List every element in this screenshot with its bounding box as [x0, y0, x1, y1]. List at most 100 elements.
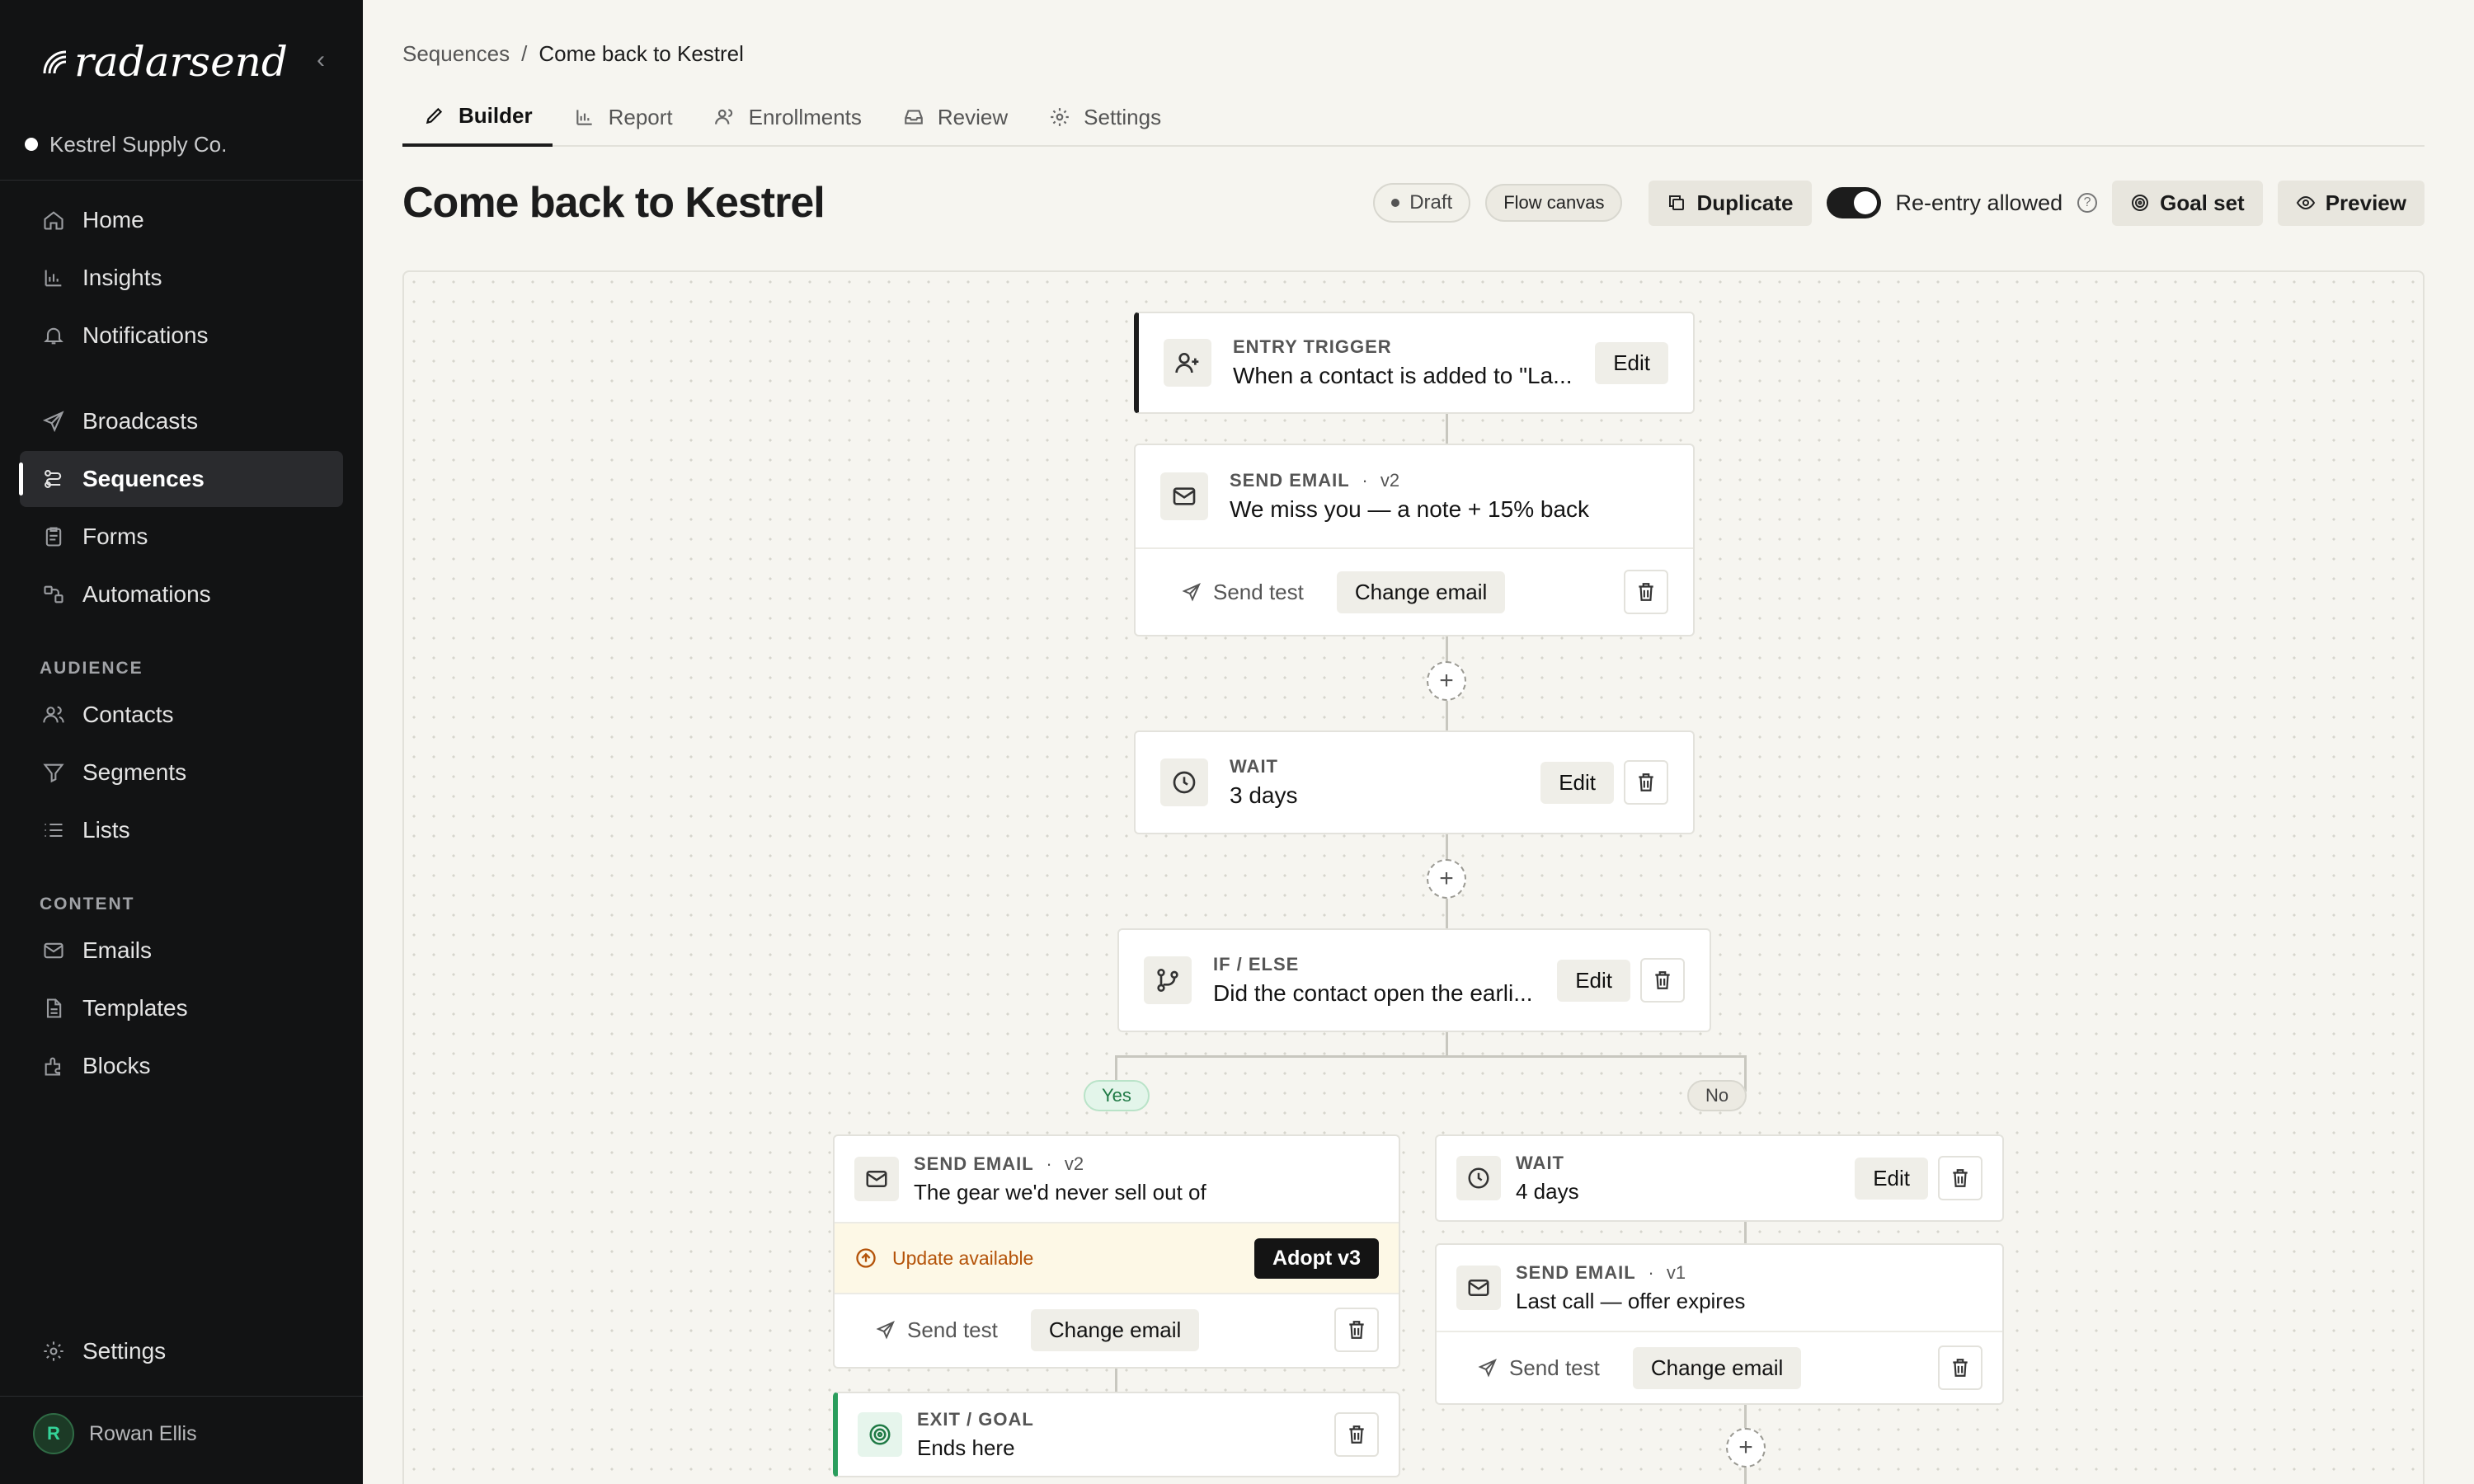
sidebar-item-contacts[interactable]: Contacts — [20, 687, 343, 743]
yes-send-email-node[interactable]: SEND EMAIL · v2 The gear we'd never sell… — [833, 1134, 1400, 1369]
adopt-version-button[interactable]: Adopt v3 — [1254, 1237, 1379, 1279]
delete-icon[interactable] — [1938, 1156, 1982, 1200]
node-kind: SEND EMAIL · v2 — [914, 1153, 1379, 1175]
sidebar-item-label: Insights — [82, 265, 162, 290]
tab-builder[interactable]: Builder — [402, 87, 553, 147]
target-icon — [858, 1412, 902, 1457]
no-wait-node[interactable]: WAIT 4 days Edit — [1435, 1134, 2004, 1222]
clock-icon — [1456, 1156, 1501, 1200]
mail-icon — [854, 1157, 899, 1201]
breadcrumb-parent[interactable]: Sequences — [402, 41, 510, 67]
sidebar-item-automations[interactable]: Automations — [20, 566, 343, 622]
sidebar-item-label: Broadcasts — [82, 408, 199, 434]
edit-wait-button[interactable]: Edit — [1540, 761, 1614, 804]
sidebar-item-templates[interactable]: Templates — [20, 980, 343, 1036]
send-test-button[interactable]: Send test — [1478, 1355, 1600, 1381]
user-menu[interactable]: R Rowan Ellis — [0, 1396, 363, 1484]
entry-trigger-node[interactable]: ENTRY TRIGGER When a contact is added to… — [1134, 312, 1695, 414]
sidebar-item-broadcasts[interactable]: Broadcasts — [20, 393, 343, 449]
update-banner: Update available Adopt v3 — [835, 1222, 1399, 1293]
delete-icon[interactable] — [1334, 1412, 1379, 1457]
dot-separator: · — [1362, 470, 1368, 491]
if-else-node[interactable]: IF / ELSE Did the contact open the earli… — [1117, 928, 1711, 1032]
delete-icon[interactable] — [1624, 760, 1668, 805]
logo-row: radarsend ‹ — [0, 0, 363, 124]
sidebar-item-notifications[interactable]: Notifications — [20, 308, 343, 364]
sidebar-item-lists[interactable]: Lists — [20, 802, 343, 858]
delete-icon[interactable] — [1624, 570, 1668, 614]
add-step-plus-icon[interactable]: + — [1427, 859, 1466, 899]
node-title: The gear we'd never sell out of — [914, 1179, 1206, 1205]
node-text: SEND EMAIL · v2 We miss you — a note + 1… — [1230, 470, 1668, 523]
view-mode-badge[interactable]: Flow canvas — [1485, 184, 1623, 222]
audience-section-label: AUDIENCE — [40, 659, 143, 678]
preview-button[interactable]: Preview — [2277, 180, 2425, 226]
sidebar-item-segments[interactable]: Segments — [20, 744, 343, 801]
reentry-toggle[interactable] — [1826, 187, 1881, 218]
send-test-button[interactable]: Send test — [876, 1317, 998, 1343]
reentry-toggle-group: Re-entry allowed ? — [1826, 187, 2098, 218]
send-test-button[interactable]: Send test — [1182, 580, 1304, 605]
tab-settings[interactable]: Settings — [1028, 87, 1181, 147]
edit-wait-button[interactable]: Edit — [1855, 1157, 1928, 1200]
status-badge: Draft — [1373, 183, 1471, 223]
branch-line-no — [1744, 1055, 1747, 1092]
sidebar-item-forms[interactable]: Forms — [20, 509, 343, 565]
help-icon[interactable]: ? — [2077, 193, 2098, 213]
change-email-button[interactable]: Change email — [1336, 571, 1506, 613]
tab-report[interactable]: Report — [553, 87, 693, 147]
node-title: 3 days — [1230, 782, 1298, 808]
send-email-node[interactable]: SEND EMAIL · v2 We miss you — a note + 1… — [1134, 444, 1695, 636]
delete-icon[interactable] — [1640, 958, 1685, 1003]
node-kind-label: SEND EMAIL — [1516, 1261, 1636, 1283]
tab-enrollments[interactable]: Enrollments — [693, 87, 882, 147]
brand-logo[interactable]: radarsend — [38, 38, 288, 86]
node-kind: WAIT — [1516, 1152, 1564, 1173]
branch-no-label: No — [1687, 1080, 1747, 1111]
delete-icon[interactable] — [1334, 1308, 1379, 1352]
goal-button[interactable]: Goal set — [2112, 180, 2263, 226]
edit-trigger-button[interactable]: Edit — [1595, 341, 1668, 384]
version-label: v1 — [1666, 1261, 1686, 1283]
update-available-text: Update available — [892, 1247, 1034, 1269]
preview-label: Preview — [2325, 190, 2406, 215]
sidebar-item-blocks[interactable]: Blocks — [20, 1038, 343, 1094]
main-content: Sequences / Come back to Kestrel Builder… — [363, 0, 2474, 1484]
pencil-icon — [422, 103, 447, 128]
change-email-button[interactable]: Change email — [1632, 1346, 1802, 1389]
sidebar-item-emails[interactable]: Emails — [20, 923, 343, 979]
content-section-label: CONTENT — [40, 895, 135, 913]
bell-icon — [40, 322, 68, 350]
tab-bar: Builder Report Enrollments Review Settin… — [402, 87, 2425, 147]
delete-icon[interactable] — [1938, 1345, 1982, 1390]
change-email-button[interactable]: Change email — [1030, 1308, 1200, 1351]
sidebar-item-insights[interactable]: Insights — [20, 250, 343, 306]
contacts-icon — [713, 105, 737, 129]
node-actions: Send test Change email — [1136, 547, 1693, 635]
nav-audience: Contacts Segments Lists — [0, 687, 363, 858]
sidebar-item-settings[interactable]: Settings — [20, 1323, 343, 1379]
wait-node[interactable]: WAIT 3 days Edit — [1134, 730, 1695, 834]
sidebar-item-sequences[interactable]: Sequences — [19, 451, 343, 507]
no-send-email-node[interactable]: SEND EMAIL · v1 Last call — offer expire… — [1435, 1243, 2004, 1405]
add-step-plus-icon[interactable]: + — [1427, 661, 1466, 701]
tab-review[interactable]: Review — [882, 87, 1028, 147]
add-step-plus-icon[interactable]: + — [1726, 1428, 1766, 1468]
tab-label: Review — [937, 104, 1009, 129]
user-name: Rowan Ellis — [89, 1421, 197, 1445]
collapse-sidebar-icon[interactable]: ‹ — [317, 46, 325, 74]
duplicate-button[interactable]: Duplicate — [1649, 180, 1812, 226]
sidebar-item-label: Home — [82, 207, 144, 232]
edit-condition-button[interactable]: Edit — [1557, 959, 1630, 1002]
node-text: IF / ELSE Did the contact open the earli… — [1213, 954, 1557, 1007]
node-text: WAIT 4 days — [1516, 1153, 1855, 1205]
connector-line — [1115, 1369, 1117, 1393]
flow-canvas[interactable]: ENTRY TRIGGER When a contact is added to… — [402, 270, 2425, 1484]
sidebar-item-label: Emails — [82, 937, 153, 963]
exit-goal-node[interactable]: EXIT / GOAL Ends here — [833, 1392, 1400, 1477]
sidebar-item-label: Segments — [82, 759, 187, 785]
workspace-switcher[interactable]: Kestrel Supply Co. — [0, 124, 363, 165]
sidebar-item-home[interactable]: Home — [20, 192, 343, 248]
home-icon — [40, 206, 68, 234]
send-test-label: Send test — [907, 1317, 998, 1342]
